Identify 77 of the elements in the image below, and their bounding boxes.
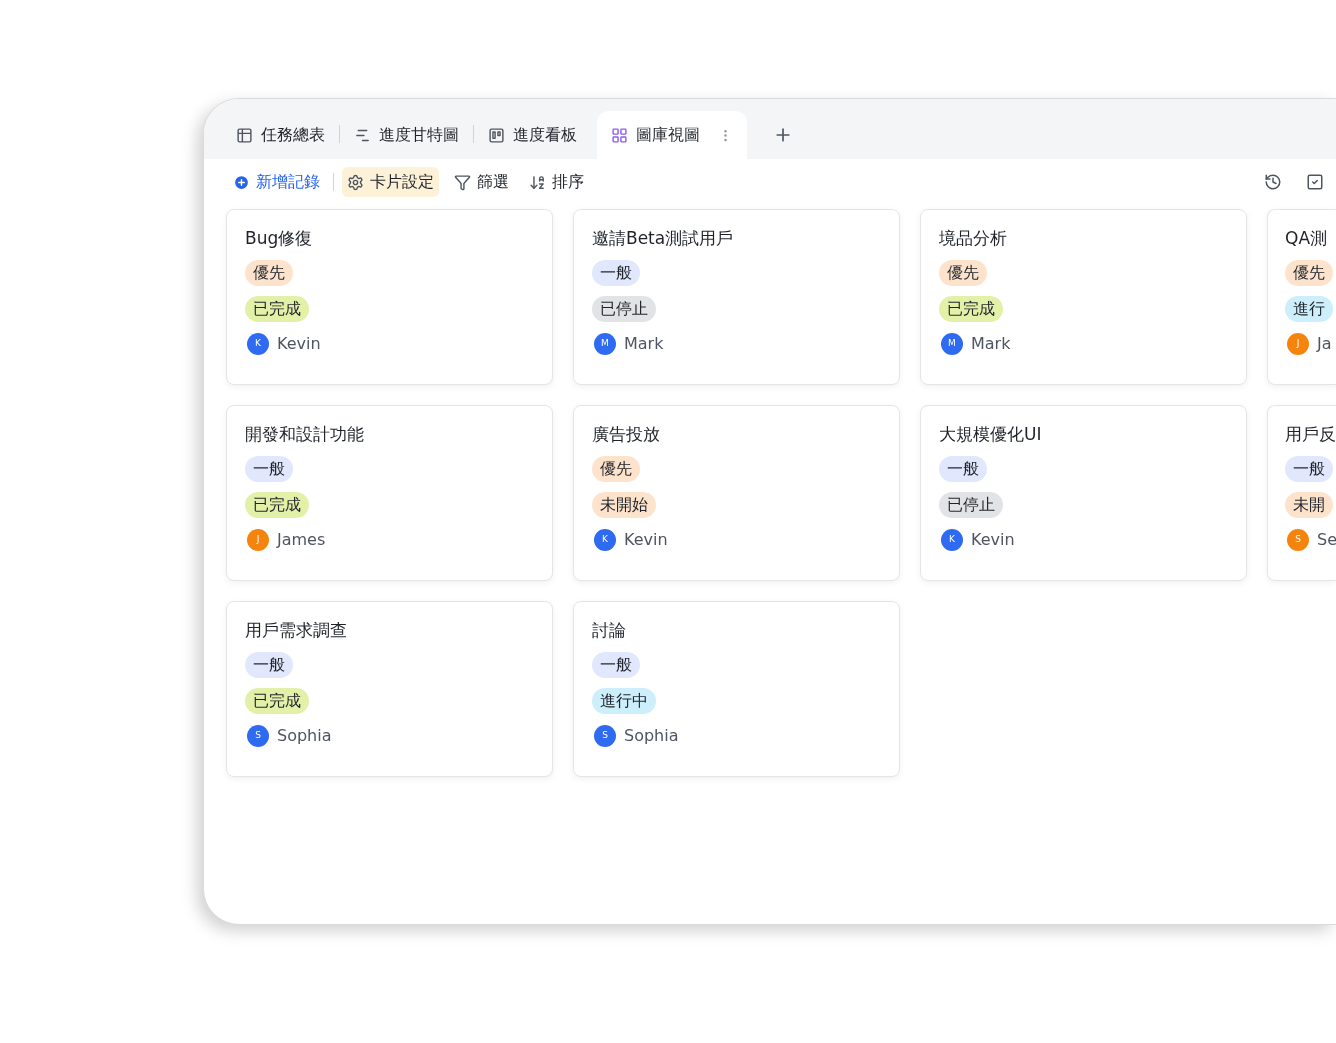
- checkbox-icon[interactable]: [1306, 173, 1324, 191]
- card-title: 廣告投放: [592, 423, 661, 446]
- record-card[interactable]: 大規模優化UI 一般 已停止 K Kevin: [920, 405, 1247, 581]
- sort-icon: [529, 173, 546, 191]
- card-title: 邀請Beta測試用戶: [592, 227, 735, 250]
- board-icon: [488, 126, 505, 144]
- assignee-name: James: [277, 529, 326, 551]
- card-title: 大規模優化UI: [939, 423, 1043, 446]
- record-card[interactable]: QA測 優先 進行 J Ja: [1267, 209, 1336, 385]
- tag: 未開: [1285, 492, 1333, 518]
- tag: 一般: [245, 456, 293, 482]
- avatar: S: [247, 725, 269, 747]
- avatar: K: [594, 529, 616, 551]
- card-title: 用戶需求調查: [245, 619, 348, 642]
- view-tab[interactable]: 進度看板: [474, 111, 591, 159]
- card-title: 境品分析: [939, 227, 1008, 250]
- tag: 優先: [939, 260, 987, 286]
- toolbar-button[interactable]: 篩選: [449, 167, 514, 197]
- card-title: 討論: [592, 619, 627, 642]
- filter-icon: [454, 173, 471, 191]
- card-title: 開發和設計功能: [245, 423, 365, 446]
- tag: 優先: [592, 456, 640, 482]
- tag: 已停止: [939, 492, 1003, 518]
- avatar: K: [247, 333, 269, 355]
- plus-circle-icon: [233, 173, 250, 191]
- avatar: J: [1287, 333, 1309, 355]
- view-tab[interactable]: 任務總表: [222, 111, 339, 159]
- record-card[interactable]: 邀請Beta測試用戶 一般 已停止 M Mark: [573, 209, 900, 385]
- toolbar-button[interactable]: 卡片設定: [342, 167, 439, 197]
- assignee-name: Kevin: [624, 529, 668, 551]
- table-icon: [236, 126, 253, 144]
- view-tab[interactable]: 圖庫視圖: [597, 111, 747, 159]
- tag: 優先: [1285, 260, 1333, 286]
- history-icon[interactable]: [1264, 173, 1282, 191]
- avatar: M: [594, 333, 616, 355]
- record-card[interactable]: Bug修復 優先 已完成 K Kevin: [226, 209, 553, 385]
- avatar: M: [941, 333, 963, 355]
- toolbar-button[interactable]: 新增記錄: [228, 167, 325, 197]
- assignee-name: Sophia: [277, 725, 332, 747]
- assignee-name: Mark: [624, 333, 664, 355]
- toolbar-button[interactable]: 排序: [524, 167, 589, 197]
- assignee-name: Kevin: [971, 529, 1015, 551]
- assignee-name: Mark: [971, 333, 1011, 355]
- record-card[interactable]: 開發和設計功能 一般 已完成 J James: [226, 405, 553, 581]
- view-tab[interactable]: 進度甘特圖: [340, 111, 473, 159]
- avatar: J: [247, 529, 269, 551]
- avatar: S: [594, 725, 616, 747]
- tag: 已完成: [939, 296, 1003, 322]
- record-card[interactable]: 境品分析 優先 已完成 M Mark: [920, 209, 1247, 385]
- card-title: 用戶反: [1285, 423, 1336, 446]
- record-card[interactable]: 討論 一般 進行中 S Sophia: [573, 601, 900, 777]
- tag: 進行: [1285, 296, 1333, 322]
- record-card[interactable]: 用戶需求調查 一般 已完成 S Sophia: [226, 601, 553, 777]
- record-card[interactable]: 用戶反 一般 未開 S Se: [1267, 405, 1336, 581]
- settings-icon: [347, 173, 364, 191]
- tag: 一般: [592, 652, 640, 678]
- card-title: QA測: [1285, 227, 1328, 250]
- tag: 進行中: [592, 688, 656, 714]
- tag: 未開始: [592, 492, 656, 518]
- assignee-name: Kevin: [277, 333, 321, 355]
- assignee-name: Se: [1317, 529, 1336, 551]
- record-card[interactable]: 廣告投放 優先 未開始 K Kevin: [573, 405, 900, 581]
- assignee-name: Ja: [1317, 333, 1332, 355]
- avatar: K: [941, 529, 963, 551]
- tag: 一般: [939, 456, 987, 482]
- tag: 已完成: [245, 688, 309, 714]
- grid-icon: [611, 126, 628, 144]
- tag: 一般: [1285, 456, 1333, 482]
- tag: 優先: [245, 260, 293, 286]
- tag: 一般: [592, 260, 640, 286]
- tag: 已完成: [245, 296, 309, 322]
- card-title: Bug修復: [245, 227, 314, 250]
- tag: 已停止: [592, 296, 656, 322]
- assignee-name: Sophia: [624, 725, 679, 747]
- tag: 已完成: [245, 492, 309, 518]
- avatar: S: [1287, 529, 1309, 551]
- tag: 一般: [245, 652, 293, 678]
